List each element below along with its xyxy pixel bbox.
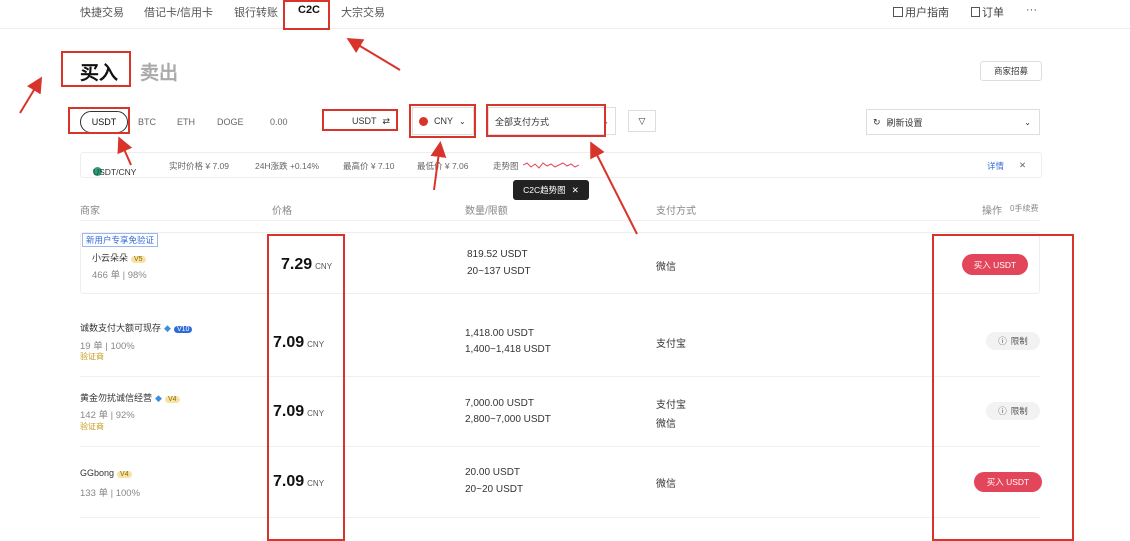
market-info-strip: USDT/CNY 实时价格 ¥ 7.09 24H涨跌 +0.14% 最高价 ¥ … [80, 152, 1042, 178]
more-menu-icon[interactable]: ··· [1026, 4, 1037, 16]
level-badge: V4 [164, 396, 180, 403]
payment-method: 支付宝 [656, 400, 686, 411]
coin-balance: 0.00 [270, 117, 288, 127]
amount: 20.00 USDT [465, 467, 521, 478]
orders-link[interactable]: 订单 [971, 4, 1004, 20]
divider [80, 517, 1040, 518]
close-icon[interactable]: ✕ [572, 185, 579, 196]
merchant-stats: 133 单 | 100% [80, 488, 141, 499]
trend-tooltip: C2C趋势图 ✕ [513, 180, 589, 200]
limit: 20~137 USDT [467, 266, 531, 277]
details-link[interactable]: 详情 [987, 160, 1004, 172]
user-guide-link[interactable]: 用户指南 [893, 4, 949, 20]
refresh-icon: ↻ [873, 116, 881, 127]
merchant-stats: 142 单 | 92% [80, 410, 135, 421]
annotation-box-buy [61, 51, 131, 87]
tab-bank-transfer[interactable]: 银行转账 [234, 4, 278, 20]
header-zero-fee: 0手续费 [1010, 204, 1039, 213]
high-price: 最高价 ¥ 7.10 [343, 161, 395, 171]
user-guide-label: 用户指南 [905, 7, 949, 19]
merchant-stats: 466 单 | 98% [92, 270, 147, 281]
verified-icon: ◆ [155, 393, 162, 403]
amount: 819.52 USDT [467, 249, 528, 260]
payment-method: 微信 [656, 479, 676, 490]
annotation-box-usdt [68, 107, 130, 134]
change-24h: 24H涨跌 +0.14% [255, 161, 320, 171]
payment-method: 支付宝 [656, 339, 686, 350]
verified-icon: ◆ [164, 323, 171, 333]
tooltip-text: C2C趋势图 [523, 185, 566, 195]
filter-icon: ▽ [638, 115, 646, 126]
divider [80, 376, 1040, 377]
merchant-stats: 19 单 | 100% [80, 341, 135, 352]
annotation-box-asset [322, 109, 398, 131]
coin-eth[interactable]: ETH [177, 117, 195, 127]
header-action: 操作 [982, 206, 1002, 217]
merchant-apply-button[interactable]: 商家招募 [980, 61, 1042, 81]
payment-method: 微信 [656, 262, 676, 273]
annotation-box-payment [486, 104, 606, 137]
filter-button[interactable]: ▽ [628, 110, 656, 132]
verified-merchant-tag: 验证商 [80, 352, 104, 361]
header-merchant: 商家 [80, 206, 100, 217]
header-payment: 支付方式 [656, 206, 696, 217]
orders-label: 订单 [982, 7, 1004, 19]
coin-doge[interactable]: DOGE [217, 117, 244, 127]
merchant-name[interactable]: 诚数支付大额可现存 ◆ V10 [80, 321, 193, 334]
limit: 20~20 USDT [465, 484, 524, 495]
low-price: 最低价 ¥ 7.06 [417, 161, 469, 171]
limit: 1,400~1,418 USDT [465, 344, 551, 355]
close-icon[interactable]: ✕ [1019, 160, 1026, 171]
book-icon [893, 7, 903, 17]
tab-quick-trade[interactable]: 快捷交易 [80, 4, 124, 20]
amount: 7,000.00 USDT [465, 398, 534, 409]
new-user-tag: 新用户专享免验证 [82, 233, 159, 247]
annotation-box-c2c [283, 0, 330, 30]
annotation-box-fiat [409, 104, 476, 138]
divider [80, 446, 1040, 447]
header-price: 价格 [272, 206, 292, 217]
limit: 2,800~7,000 USDT [465, 414, 551, 425]
verified-merchant-tag: 验证商 [80, 422, 104, 431]
tab-block-trade[interactable]: 大宗交易 [341, 4, 385, 20]
order-icon [971, 7, 980, 17]
trend-label: 走势图 [493, 161, 519, 171]
merchant-name[interactable]: 小云朵朵 V5 [92, 251, 146, 264]
merchant-name[interactable]: GGbong V4 [80, 468, 132, 478]
refresh-label: 刷新设置 [886, 117, 923, 128]
coin-btc[interactable]: BTC [138, 117, 156, 127]
realtime-price: 实时价格 ¥ 7.09 [169, 161, 229, 171]
divider [80, 220, 1040, 221]
annotation-box-price [267, 234, 345, 541]
level-badge: V10 [173, 326, 193, 333]
table-row[interactable] [80, 232, 1040, 294]
level-badge: V4 [117, 471, 132, 478]
refresh-settings-select[interactable]: ↻ 刷新设置 ⌄ [866, 109, 1040, 135]
level-badge: V5 [131, 256, 146, 263]
trend-sparkline[interactable] [523, 159, 579, 171]
chevron-down-icon: ⌄ [1024, 117, 1031, 127]
merchant-name[interactable]: 黄金勿扰诚信经营 ◆ V4 [80, 391, 180, 404]
sell-tab[interactable]: 卖出 [140, 58, 178, 85]
payment-method: 微信 [656, 419, 676, 430]
top-nav: 快捷交易 借记卡/信用卡 银行转账 C2C 大宗交易 用户指南 订单 ··· [0, 0, 1130, 29]
tab-card[interactable]: 借记卡/信用卡 [144, 4, 213, 20]
amount: 1,418.00 USDT [465, 328, 534, 339]
header-amount: 数量/限额 [465, 206, 508, 217]
annotation-box-action [932, 234, 1074, 541]
